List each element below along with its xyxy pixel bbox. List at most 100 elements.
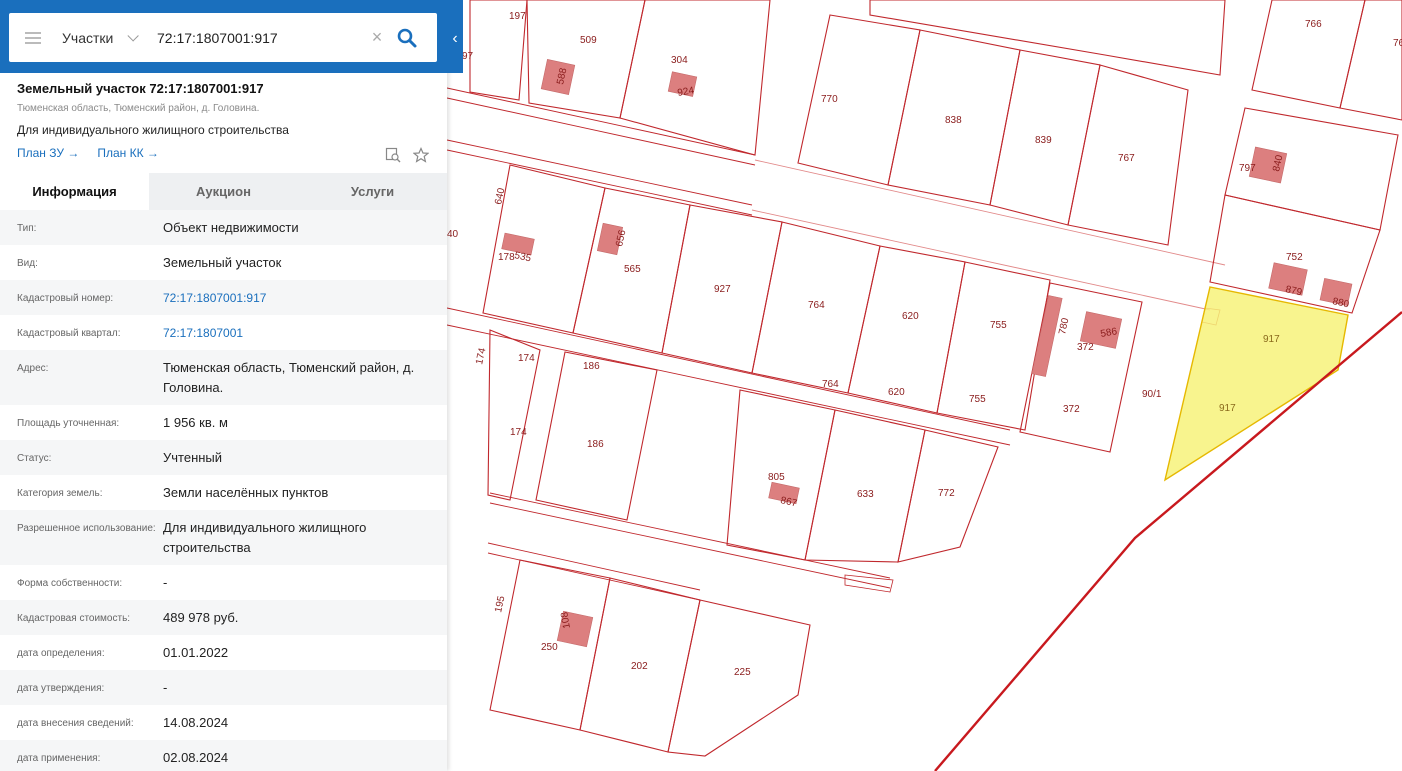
map-label: 656	[614, 229, 628, 248]
map-label: 76	[1393, 38, 1402, 49]
tab-services[interactable]: Услуги	[298, 173, 447, 210]
app-root: 197 509 304 97 588 924 770 838 839 767 7…	[0, 0, 1402, 771]
map-label: 174	[474, 347, 488, 366]
map-label: 97	[462, 51, 474, 62]
row-key: дата утверждения:	[17, 683, 105, 694]
map-label: 780	[1057, 317, 1071, 336]
row-key: Форма собственности:	[17, 578, 123, 589]
map-label: 225	[734, 667, 751, 678]
search-icon[interactable]	[396, 27, 418, 49]
menu-icon[interactable]	[25, 31, 41, 44]
row-key: дата внесения сведений:	[17, 718, 134, 729]
table-row: Разрешенное использование: Для индивидуа…	[0, 510, 447, 565]
table-row: Кадастровая стоимость: 489 978 руб.	[0, 600, 447, 635]
table-row: Кадастровый номер: 72:17:1807001:917	[0, 280, 447, 315]
map-label: 752	[1286, 252, 1303, 263]
search-bar-container: Участки × ‹	[0, 0, 463, 73]
row-key: Вид:	[17, 258, 38, 269]
parcel-purpose: Для индивидуального жилищного строительс…	[17, 123, 289, 137]
row-key: Площадь уточненная:	[17, 418, 120, 429]
cadastral-number-link[interactable]: 72:17:1807001:917	[163, 288, 430, 308]
row-value: Земли населённых пунктов	[163, 485, 329, 500]
parcel-address: Тюменская область, Тюменский район, д. Г…	[17, 103, 260, 114]
table-row: Площадь уточненная: 1 956 кв. м	[0, 405, 447, 440]
table-row: Кадастровый квартал: 72:17:1807001	[0, 315, 447, 350]
row-value: Объект недвижимости	[163, 220, 299, 235]
row-key: дата определения:	[17, 648, 105, 659]
row-key: дата применения:	[17, 753, 101, 764]
cadastral-quarter-link[interactable]: 72:17:1807001	[163, 323, 430, 343]
boundary-line	[934, 311, 1402, 771]
map-label: 535	[513, 250, 532, 264]
map-label: 509	[580, 35, 597, 46]
row-value: 1 956 кв. м	[163, 415, 228, 430]
collapse-icon[interactable]: ‹	[447, 24, 463, 54]
map-label: 772	[938, 488, 955, 499]
map-label: 633	[857, 489, 874, 500]
row-key: Статус:	[17, 453, 52, 464]
row-value: Земельный участок	[163, 255, 282, 270]
map-label: 90/1	[1142, 389, 1162, 400]
map-label: 174	[518, 353, 535, 364]
row-value: Для индивидуального жилищного строительс…	[163, 520, 367, 555]
map-label: 186	[583, 361, 600, 372]
map-label: 838	[945, 115, 962, 126]
info-panel: Земельный участок 72:17:1807001:917 Тюме…	[0, 0, 447, 771]
map-label: 372	[1063, 404, 1080, 415]
row-value: -	[163, 680, 168, 695]
tab-auction[interactable]: Аукцион	[149, 173, 298, 210]
chevron-down-icon	[127, 29, 140, 42]
map-label: 880	[1331, 296, 1350, 310]
map-label: 197	[509, 11, 526, 22]
table-row: дата внесения сведений: 14.08.2024	[0, 705, 447, 740]
tab-info[interactable]: Информация	[0, 173, 149, 210]
table-row: дата определения: 01.01.2022	[0, 635, 447, 670]
map-label: 766	[1305, 19, 1322, 30]
search-mode-select[interactable]: Участки	[62, 30, 157, 46]
map-search-icon[interactable]	[385, 147, 401, 168]
map-label: 250	[541, 642, 558, 653]
clear-icon[interactable]: ×	[368, 27, 386, 48]
map-label: 927	[714, 284, 731, 295]
map-label: 755	[969, 394, 986, 405]
search-input[interactable]	[157, 29, 362, 46]
map-label: 879	[1284, 284, 1303, 298]
parcel-header: Земельный участок 72:17:1807001:917 Тюме…	[0, 73, 447, 173]
selected-parcel-917[interactable]	[1163, 286, 1349, 482]
table-row: дата применения: 02.08.2024	[0, 740, 447, 771]
row-key: Категория земель:	[17, 488, 103, 499]
map-label-selected: 917	[1263, 334, 1280, 345]
row-key: Адрес:	[17, 363, 49, 374]
map-label: 805	[768, 472, 785, 483]
page-title: Земельный участок 72:17:1807001:917	[17, 81, 264, 96]
map-label: 839	[1035, 135, 1052, 146]
row-value: 01.01.2022	[163, 645, 229, 660]
map-label: 186	[587, 439, 604, 450]
plan-kk-link[interactable]: План КК →	[97, 146, 159, 160]
map-label: 640	[493, 187, 507, 206]
table-row: дата утверждения: -	[0, 670, 447, 705]
table-row: Тип: Объект недвижимости	[0, 210, 447, 245]
map-label: 174	[510, 427, 527, 438]
map-label: 924	[677, 85, 696, 99]
plan-zu-link[interactable]: План ЗУ →	[17, 146, 79, 160]
row-value: 489 978 руб.	[163, 610, 239, 625]
map-label: 764	[808, 300, 825, 311]
map-label: 620	[902, 311, 919, 322]
map-label: 202	[631, 661, 648, 672]
search-box: Участки ×	[9, 13, 437, 62]
row-key: Разрешенное использование:	[17, 523, 156, 534]
star-icon[interactable]	[412, 147, 430, 168]
row-value: 14.08.2024	[163, 715, 229, 730]
attributes-table: Тип: Объект недвижимости Вид: Земельный …	[0, 210, 447, 771]
map-label: 620	[888, 387, 905, 398]
row-value: 02.08.2024	[163, 750, 229, 765]
map-label: 40	[447, 229, 459, 240]
row-value: Тюменская область, Тюменский район, д. Г…	[163, 360, 415, 395]
row-key: Кадастровая стоимость:	[17, 613, 131, 624]
table-row: Форма собственности: -	[0, 565, 447, 600]
header-actions	[385, 147, 430, 168]
map-label: 764	[822, 379, 839, 390]
map-label: 797	[1239, 163, 1256, 174]
table-row: Адрес: Тюменская область, Тюменский райо…	[0, 350, 447, 405]
